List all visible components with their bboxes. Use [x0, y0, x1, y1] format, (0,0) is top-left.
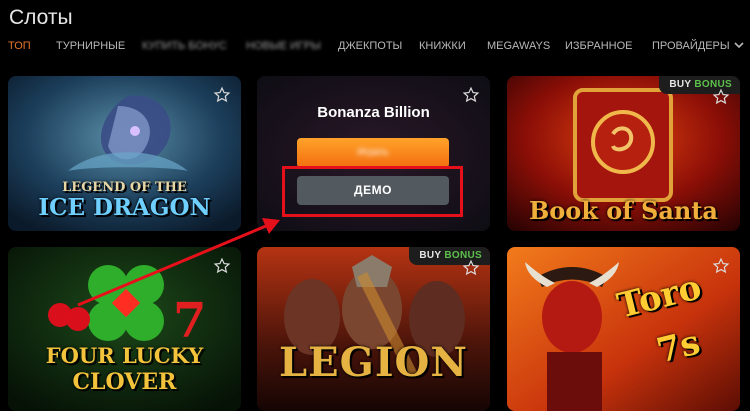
tab-buy-bonus[interactable]: КУПИТЬ БОНУС [142, 40, 227, 52]
game-card-ice-dragon[interactable]: LEGEND OF THE ICE DRAGON [8, 76, 241, 231]
chevron-down-icon [734, 40, 744, 52]
svg-text:7: 7 [173, 293, 206, 349]
badge-buy: BUY [669, 79, 692, 90]
game-title: LEGION [279, 339, 468, 386]
game-title-line1: FOUR LUCKY [45, 343, 204, 368]
tab-megaways[interactable]: MEGAWAYS [487, 40, 550, 52]
tab-favorites[interactable]: ИЗБРАННОЕ [565, 40, 633, 52]
category-tabs: ТОП ТУРНИРНЫЕ КУПИТЬ БОНУС НОВЫЕ ИГРЫ ДЖ… [8, 40, 750, 58]
tab-books[interactable]: КНИЖКИ [419, 40, 466, 52]
game-title-line1: LEGEND OF THE [62, 180, 187, 195]
play-button-label: Играть [357, 147, 389, 158]
game-card-book-of-santa[interactable]: Book of Santa BUY BONUS [507, 76, 740, 231]
game-hover-title: Bonanza Billion [317, 104, 430, 121]
tab-providers-label: ПРОВАЙДЕРЫ [652, 40, 730, 52]
star-outline-icon[interactable] [712, 257, 730, 275]
game-thumbnail [257, 247, 490, 411]
page-title: Слоты [9, 6, 73, 29]
star-outline-icon[interactable] [213, 257, 231, 275]
badge-buy: BUY [419, 250, 442, 261]
game-thumbnail [507, 247, 740, 411]
game-title: Book of Santa [529, 196, 718, 225]
tab-jackpots[interactable]: ДЖЕКПОТЫ [338, 40, 402, 52]
game-title-line2: ICE DRAGON [38, 194, 211, 221]
tab-top[interactable]: ТОП [8, 40, 31, 52]
game-title-line2: CLOVER [72, 369, 177, 395]
star-outline-icon[interactable] [462, 86, 480, 104]
star-outline-icon[interactable] [213, 86, 231, 104]
tab-new-games[interactable]: НОВЫЕ ИГРЫ [246, 40, 321, 52]
game-card-legion[interactable]: LEGION BUY BONUS [257, 247, 490, 411]
tab-providers[interactable]: ПРОВАЙДЕРЫ [652, 40, 744, 52]
game-card-four-lucky-clover[interactable]: 7 FOUR LUCKY CLOVER [8, 247, 241, 411]
highlight-box [282, 166, 463, 217]
star-outline-icon[interactable] [462, 259, 480, 277]
star-outline-icon[interactable] [712, 88, 730, 106]
game-card-toro-7s[interactable]: Toro 7s [507, 247, 740, 411]
play-button[interactable]: Играть [297, 138, 449, 168]
tab-tournament[interactable]: ТУРНИРНЫЕ [56, 40, 125, 52]
